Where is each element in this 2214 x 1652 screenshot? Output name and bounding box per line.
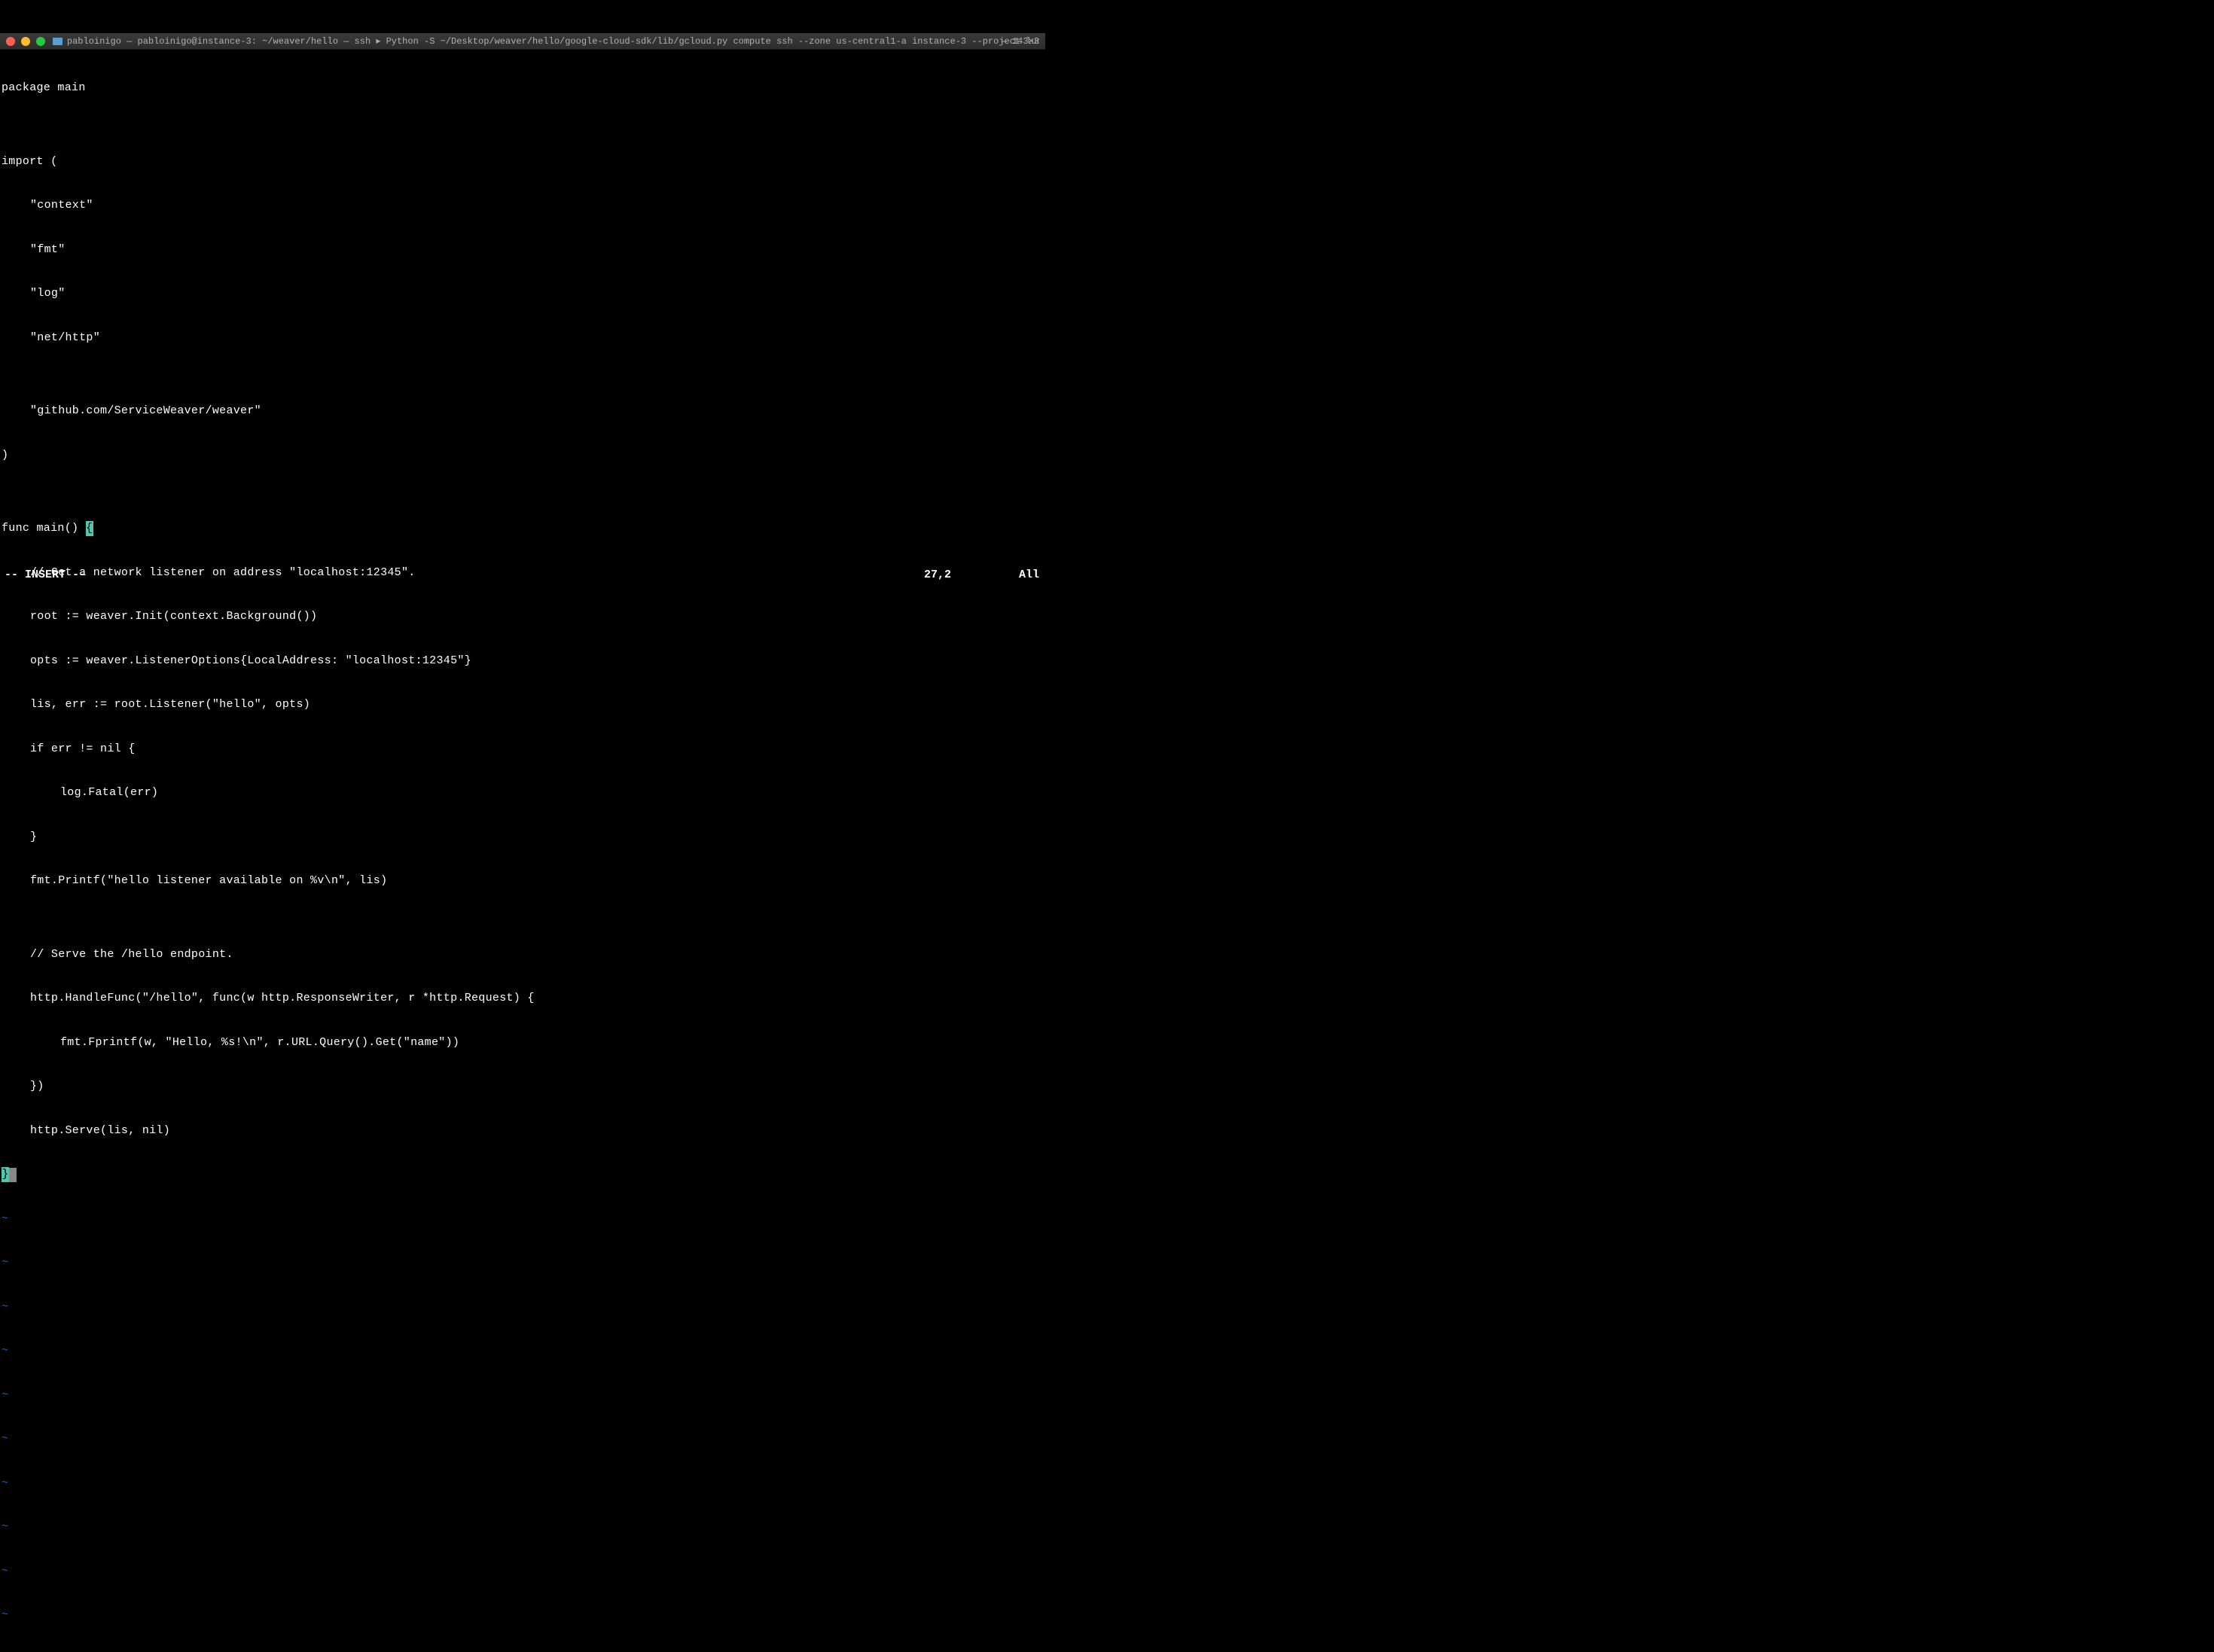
code-line: log.Fatal(err): [0, 785, 1045, 800]
vim-mode-indicator: -- INSERT --: [3, 568, 86, 581]
code-line: ): [0, 448, 1045, 463]
empty-line-tilde: ~: [0, 1388, 1045, 1403]
code-line: fmt.Fprintf(w, "Hello, %s!\n", r.URL.Que…: [0, 1035, 1045, 1050]
empty-line-tilde: ~: [0, 1476, 1045, 1491]
code-line: lis, err := root.Listener("hello", opts): [0, 697, 1045, 712]
code-line: if err != nil {: [0, 742, 1045, 757]
code-line: http.Serve(lis, nil): [0, 1123, 1045, 1138]
empty-line-tilde: ~: [0, 1212, 1045, 1227]
empty-line-tilde: ~: [0, 1608, 1045, 1623]
cursor-position: 27,2: [924, 568, 951, 581]
traffic-lights: [6, 37, 45, 46]
window-title: pabloinigo — pabloinigo@instance-3: ~/we…: [67, 35, 1039, 47]
code-line: opts := weaver.ListenerOptions{LocalAddr…: [0, 654, 1045, 669]
empty-line-tilde: ~: [0, 1519, 1045, 1535]
matching-brace-open: {: [86, 521, 93, 536]
scroll-position: All: [1019, 568, 1039, 581]
close-window-button[interactable]: [6, 37, 15, 46]
empty-line-tilde: ~: [0, 1255, 1045, 1270]
code-text: func main(): [2, 522, 86, 535]
window-titlebar: pabloinigo — pabloinigo@instance-3: ~/we…: [0, 33, 1045, 50]
terminal-dimensions: — 143×3: [1002, 36, 1039, 47]
vim-status-bar: -- INSERT -- 27,2 All: [0, 568, 1045, 581]
code-line: // Serve the /hello endpoint.: [0, 947, 1045, 962]
empty-line-tilde: ~: [0, 1300, 1045, 1315]
code-line: root := weaver.Init(context.Background()…: [0, 609, 1045, 624]
code-line: "context": [0, 198, 1045, 213]
editor-viewport[interactable]: package main import ( "context" "fmt" "l…: [0, 50, 1045, 1652]
code-line: "log": [0, 286, 1045, 301]
code-line: "net/http": [0, 331, 1045, 346]
code-line: "fmt": [0, 242, 1045, 258]
empty-line-tilde: ~: [0, 1564, 1045, 1579]
cursor: [9, 1168, 17, 1182]
code-line: }: [0, 1167, 1045, 1182]
maximize-window-button[interactable]: [36, 37, 45, 46]
code-line: }: [0, 830, 1045, 845]
code-line: package main: [0, 81, 1045, 96]
folder-icon: [53, 38, 63, 45]
code-line: import (: [0, 154, 1045, 169]
empty-line-tilde: ~: [0, 1343, 1045, 1358]
code-line: fmt.Printf("hello listener available on …: [0, 873, 1045, 888]
matching-brace-close: }: [2, 1167, 9, 1182]
minimize-window-button[interactable]: [21, 37, 30, 46]
empty-line-tilde: ~: [0, 1431, 1045, 1446]
code-line: func main() {: [0, 521, 1045, 536]
code-line: http.HandleFunc("/hello", func(w http.Re…: [0, 991, 1045, 1006]
code-line: "github.com/ServiceWeaver/weaver": [0, 404, 1045, 419]
code-line: }): [0, 1079, 1045, 1094]
